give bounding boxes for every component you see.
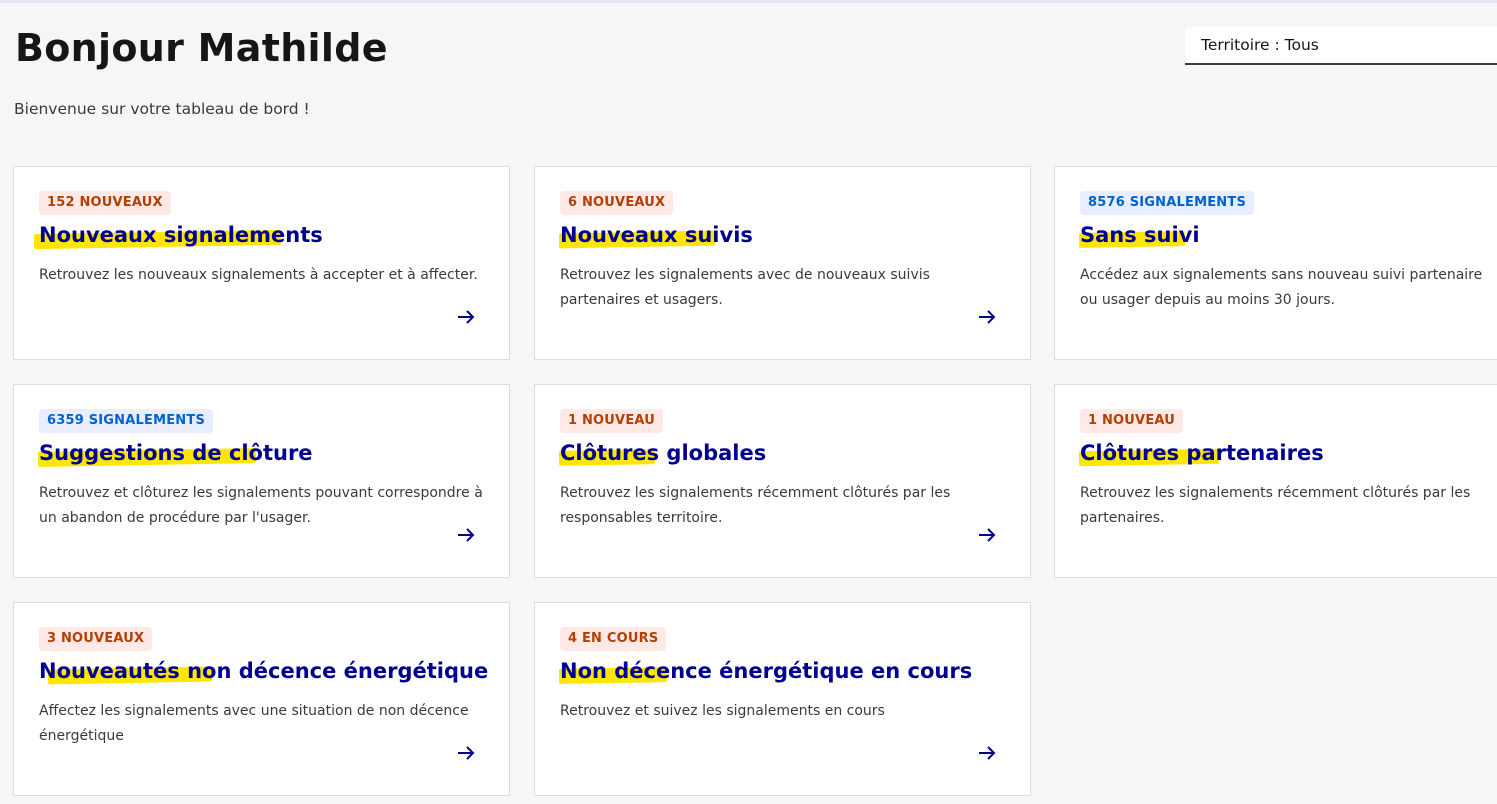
card-sans-suivi[interactable]: 8576 SIGNALEMENTS Sans suivi Accédez aux… (1054, 166, 1497, 360)
card-nouveautes-non-decence[interactable]: 3 NOUVEAUX Nouveautés non décence énergé… (13, 602, 510, 796)
card-title[interactable]: Sans suivi (1080, 223, 1200, 247)
arrow-right-icon[interactable] (975, 741, 999, 765)
card-nouveaux-signalements[interactable]: 152 NOUVEAUX Nouveaux signalements Retro… (13, 166, 510, 360)
card-description: Affectez les signalements avec une situa… (39, 703, 469, 744)
card-description: Retrouvez les nouveaux signalements à ac… (39, 267, 478, 283)
territory-select[interactable]: Territoire : Tous (1185, 27, 1497, 65)
card-nouveaux-suivis[interactable]: 6 NOUVEAUX Nouveaux suivis Retrouvez les… (534, 166, 1031, 360)
card-title[interactable]: Suggestions de clôture (39, 441, 313, 465)
card-description: Accédez aux signalements sans nouveau su… (1080, 267, 1483, 308)
card-clotures-globales[interactable]: 1 NOUVEAU Clôtures globales Retrouvez le… (534, 384, 1031, 578)
page-title: Bonjour Mathilde (15, 26, 388, 70)
card-suggestions-cloture[interactable]: 6359 SIGNALEMENTS Suggestions de clôture… (13, 384, 510, 578)
card-description: Retrouvez et clôturez les signalements p… (39, 485, 483, 526)
arrow-right-icon[interactable] (975, 305, 999, 329)
arrow-right-icon[interactable] (454, 523, 478, 547)
card-title[interactable]: Nouveaux signalements (39, 223, 323, 247)
card-description: Retrouvez les signalements récemment clô… (1080, 485, 1471, 526)
count-badge: 152 NOUVEAUX (39, 191, 171, 215)
card-title[interactable]: Clôtures partenaires (1080, 441, 1324, 465)
card-title[interactable]: Nouveautés non décence énergétique (39, 659, 488, 683)
count-badge: 4 EN COURS (560, 627, 667, 651)
count-badge: 1 NOUVEAU (1080, 409, 1184, 433)
card-description: Retrouvez les signalements récemment clô… (560, 485, 951, 526)
welcome-text: Bienvenue sur votre tableau de bord ! (14, 100, 310, 118)
card-clotures-partenaires[interactable]: 1 NOUVEAU Clôtures partenaires Retrouvez… (1054, 384, 1497, 578)
card-description: Retrouvez les signalements avec de nouve… (560, 267, 930, 308)
count-badge: 8576 SIGNALEMENTS (1080, 191, 1255, 215)
card-title[interactable]: Clôtures globales (560, 441, 766, 465)
count-badge: 6359 SIGNALEMENTS (39, 409, 214, 433)
arrow-right-icon[interactable] (454, 305, 478, 329)
count-badge: 6 NOUVEAUX (560, 191, 674, 215)
card-non-decence-en-cours[interactable]: 4 EN COURS Non décence énergétique en co… (534, 602, 1031, 796)
card-title[interactable]: Non décence énergétique en cours (560, 659, 972, 683)
arrow-right-icon[interactable] (454, 741, 478, 765)
count-badge: 1 NOUVEAU (560, 409, 664, 433)
card-title[interactable]: Nouveaux suivis (560, 223, 753, 247)
card-description: Retrouvez et suivez les signalements en … (560, 703, 885, 719)
count-badge: 3 NOUVEAUX (39, 627, 153, 651)
top-border (0, 0, 1497, 3)
arrow-right-icon[interactable] (975, 523, 999, 547)
